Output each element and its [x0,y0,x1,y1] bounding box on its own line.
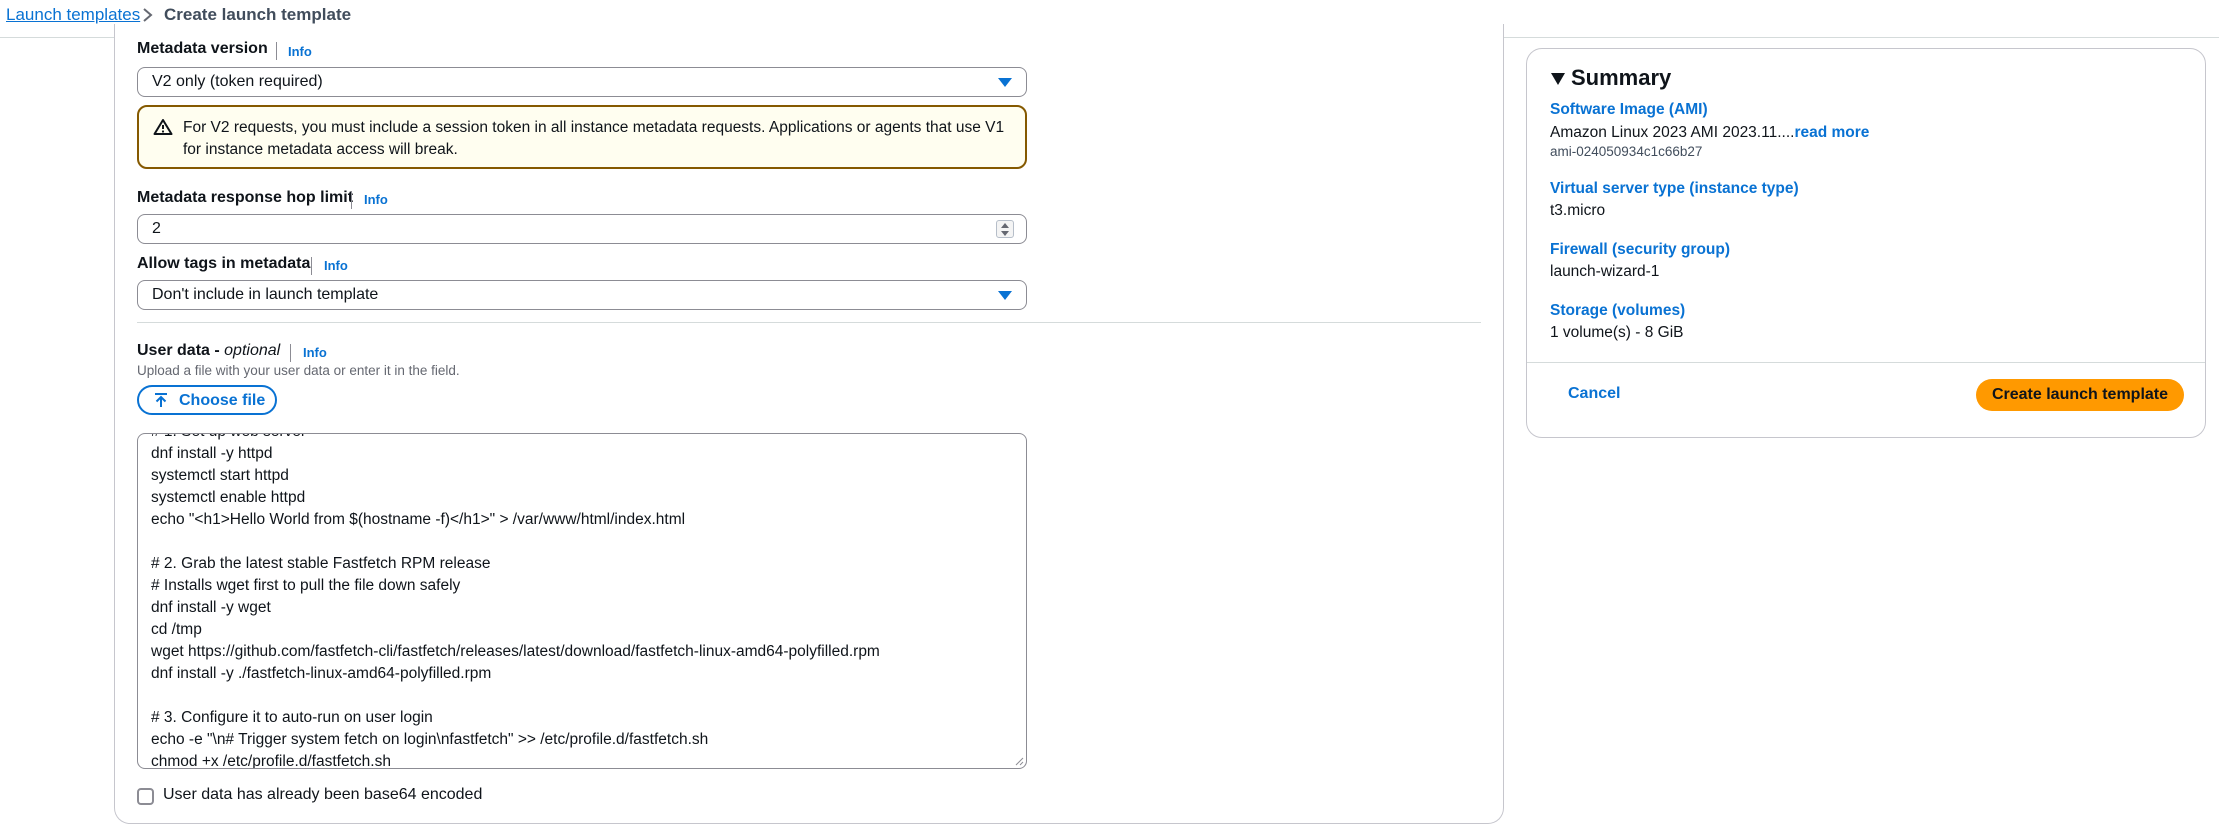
code-line: # 1. Set up web server [151,434,880,443]
code-line: echo "<h1>Hello World from $(hostname -f… [151,511,686,528]
summary-divider [1527,362,2205,363]
user-data-optional: optional [224,342,281,359]
base64-encoded-checkbox[interactable] [137,788,154,805]
stepper-up-icon[interactable] [1001,223,1009,228]
metadata-version-label: Metadata version [137,40,268,57]
ami-value-text: Amazon Linux 2023 AMI 2023.11.... [1550,124,1795,141]
hop-limit-input[interactable]: 2 [137,214,1027,244]
create-launch-template-button[interactable]: Create launch template [1976,379,2184,411]
code-line: # 3. Configure it to auto-run on user lo… [151,709,433,726]
code-line: systemctl enable httpd [151,489,306,506]
choose-file-button[interactable]: Choose file [137,385,277,415]
metadata-version-select[interactable]: V2 only (token required) [137,67,1027,97]
security-group-value: launch-wizard-1 [1550,263,1660,280]
hop-limit-value: 2 [152,220,161,237]
info-separator [276,42,277,60]
summary-panel: Summary Software Image (AMI) Amazon Linu… [1526,48,2206,438]
code-line: # Installs wget first to pull the file d… [151,577,461,594]
code-line: # 2. Grab the latest stable Fastfetch RP… [151,555,491,572]
number-stepper[interactable] [996,220,1014,238]
ami-link[interactable]: Software Image (AMI) [1550,101,1708,119]
ami-read-more-link[interactable]: read more [1794,124,1869,141]
warning-icon [153,119,173,135]
resize-handle-icon[interactable] [1014,756,1024,766]
hop-limit-label: Metadata response hop limit [137,189,354,206]
storage-value: 1 volume(s) - 8 GiB [1550,324,1684,341]
code-line: dnf install -y httpd [151,445,273,462]
caret-down-icon[interactable] [1551,73,1565,85]
code-line: systemctl start httpd [151,467,289,484]
cancel-button[interactable]: Cancel [1568,385,1620,403]
security-group-link[interactable]: Firewall (security group) [1550,241,1730,259]
code-line: dnf install -y wget [151,599,271,616]
info-separator [351,191,352,209]
allow-tags-label: Allow tags in metadata [137,255,311,272]
section-divider [137,322,1481,323]
code-line: cd /tmp [151,621,202,638]
user-data-label-text: User data - [137,342,220,359]
breadcrumb-current-page: Create launch template [164,5,352,24]
metadata-version-value: V2 only (token required) [152,73,323,90]
info-separator [311,257,312,275]
base64-encoded-label: User data has already been base64 encode… [163,786,483,803]
code-line: chmod +x /etc/profile.d/fastfetch.sh [151,753,391,769]
code-line: dnf install -y ./fastfetch-linux-amd64-p… [151,665,492,682]
choose-file-label: Choose file [179,392,266,409]
v2-warning-alert: For V2 requests, you must include a sess… [137,105,1027,169]
info-separator [290,344,291,362]
storage-link[interactable]: Storage (volumes) [1550,302,1685,320]
instance-type-link[interactable]: Virtual server type (instance type) [1550,180,1799,198]
user-data-textarea[interactable]: # 1. Set up web server dnf install -y ht… [137,433,1027,769]
breadcrumb-launch-templates-link[interactable]: Launch templates [6,5,140,25]
ami-id: ami-024050934c1c66b27 [1550,144,1703,159]
allow-tags-info-link[interactable]: Info [324,258,348,273]
hop-limit-info-link[interactable]: Info [364,192,388,207]
chevron-right-icon [143,8,153,22]
user-data-content: # 1. Set up web server dnf install -y ht… [151,434,880,769]
code-line: echo -e "\n# Trigger system fetch on log… [151,731,709,748]
caret-down-icon [998,78,1012,87]
user-data-label: User data - optional [137,342,280,360]
user-data-description: Upload a file with your user data or ent… [137,363,460,378]
user-data-info-link[interactable]: Info [303,345,327,360]
allow-tags-value: Don't include in launch template [152,286,379,303]
instance-type-value: t3.micro [1550,202,1606,219]
ami-value: Amazon Linux 2023 AMI 2023.11....read mo… [1550,124,1869,142]
caret-down-icon [998,291,1012,300]
upload-icon [155,393,167,407]
metadata-version-info-link[interactable]: Info [288,44,312,59]
allow-tags-select[interactable]: Don't include in launch template [137,280,1027,310]
stepper-down-icon[interactable] [1001,231,1009,236]
code-line: wget https://github.com/fastfetch-cli/fa… [151,643,880,660]
summary-title[interactable]: Summary [1571,65,1671,91]
warning-text: For V2 requests, you must include a sess… [183,119,1005,158]
